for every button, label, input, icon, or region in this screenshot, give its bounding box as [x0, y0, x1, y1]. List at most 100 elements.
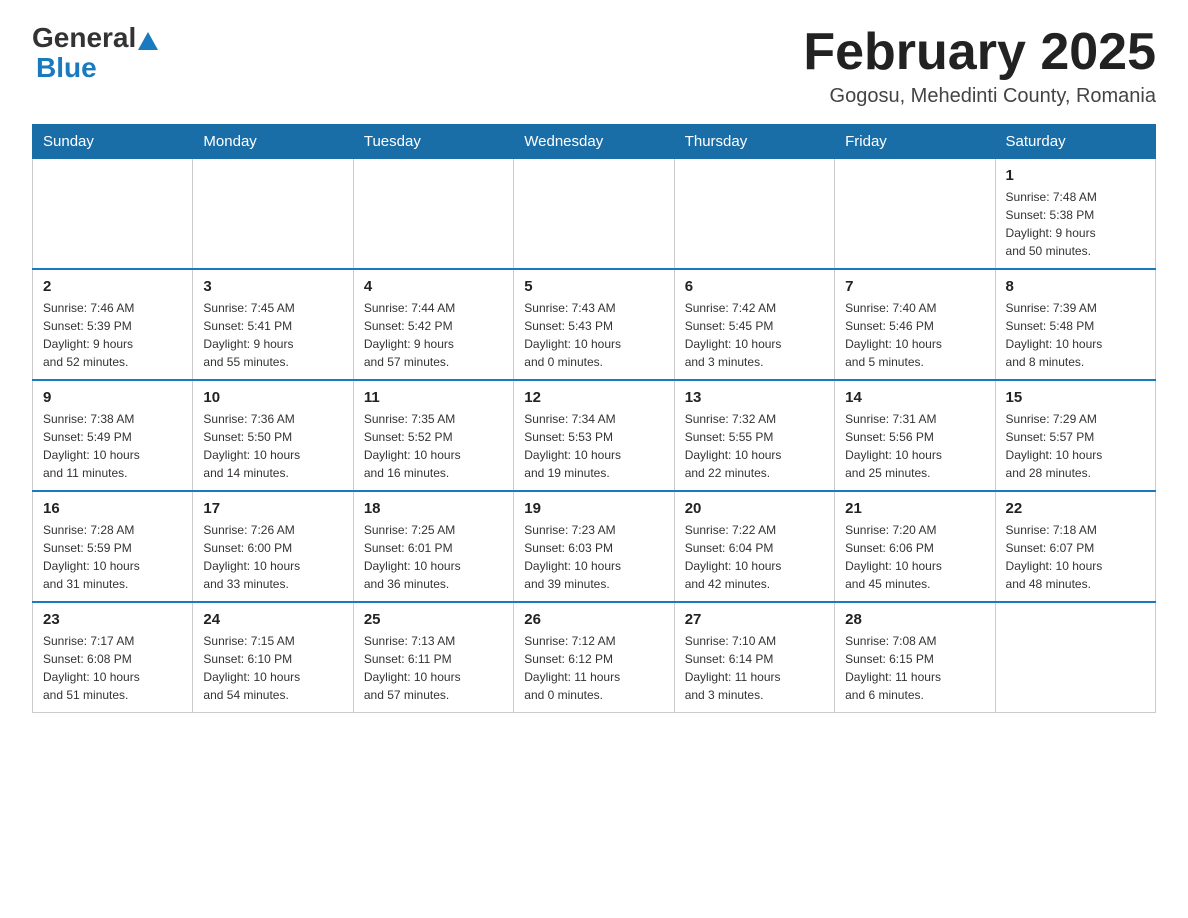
logo-general-text: General — [32, 24, 136, 52]
col-header-saturday: Saturday — [995, 125, 1155, 159]
calendar-day: 11 Sunrise: 7:35 AM Sunset: 5:52 PM Dayli… — [353, 380, 513, 491]
day-number: 22 — [1006, 500, 1145, 517]
day-number: 16 — [43, 500, 182, 517]
day-info: Sunrise: 7:13 AM Sunset: 6:11 PM Dayligh… — [364, 632, 503, 704]
day-number: 25 — [364, 611, 503, 628]
calendar-day: 5 Sunrise: 7:43 AM Sunset: 5:43 PM Daylig… — [514, 269, 674, 380]
calendar-day: 3 Sunrise: 7:45 AM Sunset: 5:41 PM Daylig… — [193, 269, 353, 380]
day-number: 10 — [203, 389, 342, 406]
day-number: 12 — [524, 389, 663, 406]
day-info: Sunrise: 7:31 AM Sunset: 5:56 PM Dayligh… — [845, 410, 984, 482]
day-info: Sunrise: 7:35 AM Sunset: 5:52 PM Dayligh… — [364, 410, 503, 482]
day-info: Sunrise: 7:28 AM Sunset: 5:59 PM Dayligh… — [43, 521, 182, 593]
calendar-week-row: 2 Sunrise: 7:46 AM Sunset: 5:39 PM Daylig… — [33, 269, 1156, 380]
day-info: Sunrise: 7:48 AM Sunset: 5:38 PM Dayligh… — [1006, 188, 1145, 260]
calendar-day — [193, 159, 353, 270]
day-info: Sunrise: 7:40 AM Sunset: 5:46 PM Dayligh… — [845, 299, 984, 371]
calendar-day: 16 Sunrise: 7:28 AM Sunset: 5:59 PM Dayli… — [33, 491, 193, 602]
day-info: Sunrise: 7:42 AM Sunset: 5:45 PM Dayligh… — [685, 299, 824, 371]
calendar-day: 24 Sunrise: 7:15 AM Sunset: 6:10 PM Dayli… — [193, 602, 353, 713]
day-info: Sunrise: 7:45 AM Sunset: 5:41 PM Dayligh… — [203, 299, 342, 371]
logo-triangle-icon — [138, 32, 158, 50]
day-info: Sunrise: 7:08 AM Sunset: 6:15 PM Dayligh… — [845, 632, 984, 704]
calendar-day — [995, 602, 1155, 713]
day-number: 8 — [1006, 278, 1145, 295]
calendar-day: 17 Sunrise: 7:26 AM Sunset: 6:00 PM Dayli… — [193, 491, 353, 602]
day-info: Sunrise: 7:10 AM Sunset: 6:14 PM Dayligh… — [685, 632, 824, 704]
day-number: 4 — [364, 278, 503, 295]
day-number: 18 — [364, 500, 503, 517]
location: Gogosu, Mehedinti County, Romania — [803, 85, 1156, 108]
col-header-monday: Monday — [193, 125, 353, 159]
day-number: 17 — [203, 500, 342, 517]
day-number: 28 — [845, 611, 984, 628]
day-number: 6 — [685, 278, 824, 295]
day-info: Sunrise: 7:43 AM Sunset: 5:43 PM Dayligh… — [524, 299, 663, 371]
day-info: Sunrise: 7:18 AM Sunset: 6:07 PM Dayligh… — [1006, 521, 1145, 593]
day-number: 1 — [1006, 167, 1145, 184]
calendar-table: SundayMondayTuesdayWednesdayThursdayFrid… — [32, 124, 1156, 713]
calendar-day — [33, 159, 193, 270]
calendar-header-row: SundayMondayTuesdayWednesdayThursdayFrid… — [33, 125, 1156, 159]
title-block: February 2025 Gogosu, Mehedinti County, … — [803, 24, 1156, 108]
day-info: Sunrise: 7:26 AM Sunset: 6:00 PM Dayligh… — [203, 521, 342, 593]
calendar-week-row: 16 Sunrise: 7:28 AM Sunset: 5:59 PM Dayli… — [33, 491, 1156, 602]
calendar-day: 10 Sunrise: 7:36 AM Sunset: 5:50 PM Dayli… — [193, 380, 353, 491]
calendar-day: 2 Sunrise: 7:46 AM Sunset: 5:39 PM Daylig… — [33, 269, 193, 380]
day-info: Sunrise: 7:20 AM Sunset: 6:06 PM Dayligh… — [845, 521, 984, 593]
day-number: 24 — [203, 611, 342, 628]
calendar-week-row: 23 Sunrise: 7:17 AM Sunset: 6:08 PM Dayli… — [33, 602, 1156, 713]
calendar-day: 28 Sunrise: 7:08 AM Sunset: 6:15 PM Dayli… — [835, 602, 995, 713]
day-number: 23 — [43, 611, 182, 628]
day-info: Sunrise: 7:34 AM Sunset: 5:53 PM Dayligh… — [524, 410, 663, 482]
calendar-day: 19 Sunrise: 7:23 AM Sunset: 6:03 PM Dayli… — [514, 491, 674, 602]
calendar-day: 18 Sunrise: 7:25 AM Sunset: 6:01 PM Dayli… — [353, 491, 513, 602]
day-info: Sunrise: 7:46 AM Sunset: 5:39 PM Dayligh… — [43, 299, 182, 371]
day-number: 7 — [845, 278, 984, 295]
calendar-day: 23 Sunrise: 7:17 AM Sunset: 6:08 PM Dayli… — [33, 602, 193, 713]
day-number: 15 — [1006, 389, 1145, 406]
calendar-day: 25 Sunrise: 7:13 AM Sunset: 6:11 PM Dayli… — [353, 602, 513, 713]
col-header-friday: Friday — [835, 125, 995, 159]
day-info: Sunrise: 7:12 AM Sunset: 6:12 PM Dayligh… — [524, 632, 663, 704]
day-number: 5 — [524, 278, 663, 295]
day-info: Sunrise: 7:36 AM Sunset: 5:50 PM Dayligh… — [203, 410, 342, 482]
day-number: 11 — [364, 389, 503, 406]
day-info: Sunrise: 7:25 AM Sunset: 6:01 PM Dayligh… — [364, 521, 503, 593]
calendar-week-row: 1 Sunrise: 7:48 AM Sunset: 5:38 PM Daylig… — [33, 159, 1156, 270]
day-number: 27 — [685, 611, 824, 628]
calendar-day — [835, 159, 995, 270]
day-number: 13 — [685, 389, 824, 406]
calendar-day — [514, 159, 674, 270]
day-info: Sunrise: 7:15 AM Sunset: 6:10 PM Dayligh… — [203, 632, 342, 704]
logo: General Blue — [32, 24, 160, 84]
col-header-wednesday: Wednesday — [514, 125, 674, 159]
day-info: Sunrise: 7:22 AM Sunset: 6:04 PM Dayligh… — [685, 521, 824, 593]
calendar-day: 7 Sunrise: 7:40 AM Sunset: 5:46 PM Daylig… — [835, 269, 995, 380]
calendar-day — [353, 159, 513, 270]
day-number: 19 — [524, 500, 663, 517]
calendar-day — [674, 159, 834, 270]
day-info: Sunrise: 7:17 AM Sunset: 6:08 PM Dayligh… — [43, 632, 182, 704]
calendar-day: 13 Sunrise: 7:32 AM Sunset: 5:55 PM Dayli… — [674, 380, 834, 491]
calendar-day: 27 Sunrise: 7:10 AM Sunset: 6:14 PM Dayli… — [674, 602, 834, 713]
day-info: Sunrise: 7:32 AM Sunset: 5:55 PM Dayligh… — [685, 410, 824, 482]
calendar-day: 15 Sunrise: 7:29 AM Sunset: 5:57 PM Dayli… — [995, 380, 1155, 491]
day-number: 2 — [43, 278, 182, 295]
day-info: Sunrise: 7:38 AM Sunset: 5:49 PM Dayligh… — [43, 410, 182, 482]
calendar-day: 4Sunrise: 7:44 AM Sunset: 5:42 PM Daylig… — [353, 269, 513, 380]
day-info: Sunrise: 7:23 AM Sunset: 6:03 PM Dayligh… — [524, 521, 663, 593]
calendar-day: 26 Sunrise: 7:12 AM Sunset: 6:12 PM Dayli… — [514, 602, 674, 713]
calendar-week-row: 9Sunrise: 7:38 AM Sunset: 5:49 PM Daylig… — [33, 380, 1156, 491]
col-header-tuesday: Tuesday — [353, 125, 513, 159]
day-info: Sunrise: 7:29 AM Sunset: 5:57 PM Dayligh… — [1006, 410, 1145, 482]
calendar-day: 14Sunrise: 7:31 AM Sunset: 5:56 PM Dayli… — [835, 380, 995, 491]
col-header-thursday: Thursday — [674, 125, 834, 159]
page-header: General Blue February 2025 Gogosu, Mehed… — [32, 24, 1156, 108]
calendar-day: 20Sunrise: 7:22 AM Sunset: 6:04 PM Dayli… — [674, 491, 834, 602]
day-number: 3 — [203, 278, 342, 295]
logo-blue-text: Blue — [36, 52, 97, 83]
day-number: 26 — [524, 611, 663, 628]
month-title: February 2025 — [803, 24, 1156, 81]
calendar-day: 9Sunrise: 7:38 AM Sunset: 5:49 PM Daylig… — [33, 380, 193, 491]
